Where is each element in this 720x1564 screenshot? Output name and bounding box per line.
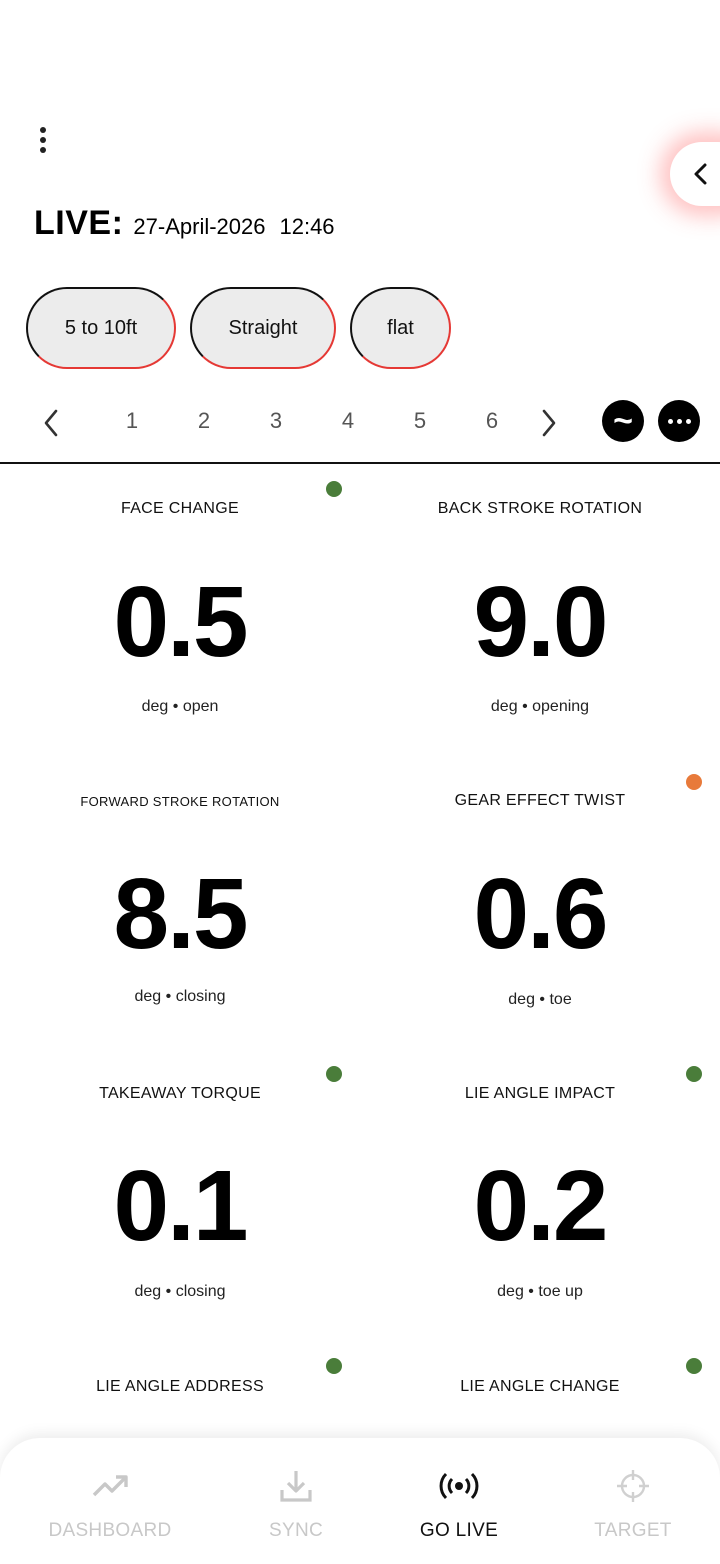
bottom-navigation: DASHBOARD SYNC GO LIVE TARGET: [0, 1438, 720, 1564]
unit-separator: •: [522, 698, 528, 715]
menu-dot: [40, 127, 46, 133]
side-panel-toggle[interactable]: [670, 142, 720, 206]
metric-title: LIE ANGLE CHANGE: [460, 1378, 620, 1395]
live-date: 27-April-2026: [133, 214, 266, 239]
previous-page-button[interactable]: [36, 406, 66, 440]
filter-chip-break[interactable]: Straight: [190, 287, 336, 369]
nav-dashboard[interactable]: DASHBOARD: [20, 1466, 200, 1546]
metric-unit-label: deg: [508, 991, 535, 1008]
metric-face-change: FACE CHANGE 0.5 deg • open: [0, 470, 360, 762]
wave-view-button[interactable]: ~: [602, 400, 644, 442]
trending-up-icon: [91, 1466, 129, 1506]
crosshair-icon: [615, 1466, 651, 1506]
metric-direction: open: [182, 698, 219, 715]
chevron-left-icon: [44, 409, 58, 437]
metric-direction: closing: [175, 988, 226, 1005]
page-number[interactable]: 1: [117, 408, 147, 434]
metric-value: 0.6: [473, 858, 608, 970]
status-dot: [686, 1066, 702, 1082]
nav-label: TARGET: [594, 1520, 672, 1541]
unit-separator: •: [165, 1283, 172, 1300]
metric-title: BACK STROKE ROTATION: [437, 500, 643, 517]
metric-value: 9.0: [473, 566, 608, 678]
more-dot: [676, 418, 682, 424]
metric-unit: deg • closing: [0, 988, 360, 1006]
page-navigator: 1 2 3 4 5 6 ~: [0, 398, 720, 448]
metric-title: LIE ANGLE ADDRESS: [96, 1378, 264, 1395]
page-number[interactable]: 5: [405, 408, 435, 434]
metric-unit: deg • toe: [360, 991, 720, 1009]
metric-value: 0.1: [113, 1150, 248, 1262]
metric-title: LIE ANGLE IMPACT: [464, 1085, 616, 1102]
unit-separator: •: [528, 1283, 534, 1300]
metric-value: 8.5: [113, 858, 248, 970]
status-dot: [686, 774, 702, 790]
next-page-button[interactable]: [534, 406, 564, 440]
metric-title: FORWARD STROKE ROTATION: [80, 794, 280, 809]
metric-forward-stroke-rotation: FORWARD STROKE ROTATION 8.5 deg • closin…: [0, 762, 360, 1054]
metric-unit: deg • open: [0, 698, 360, 716]
metric-unit-label: deg: [497, 1283, 524, 1300]
download-icon: [278, 1466, 314, 1506]
menu-dot: [40, 147, 46, 153]
broadcast-icon: [439, 1466, 479, 1506]
metric-title: TAKEAWAY TORQUE: [99, 1085, 261, 1102]
live-label: LIVE:: [34, 204, 124, 242]
metric-title: GEAR EFFECT TWIST: [454, 792, 626, 809]
metric-back-stroke-rotation: BACK STROKE ROTATION 9.0 deg • opening: [360, 470, 720, 762]
more-horizontal-icon[interactable]: [658, 400, 700, 442]
metric-unit-label: deg: [490, 698, 518, 715]
filter-chip-slope[interactable]: flat: [350, 287, 451, 369]
status-dot: [686, 1358, 702, 1374]
unit-separator: •: [172, 698, 179, 715]
metric-takeaway-torque: TAKEAWAY TORQUE 0.1 deg • closing: [0, 1054, 360, 1346]
nav-label: DASHBOARD: [48, 1520, 172, 1541]
metric-unit-label: deg: [134, 988, 162, 1005]
metric-unit: deg • closing: [0, 1283, 360, 1301]
live-time: 12:46: [279, 214, 335, 239]
metric-unit-label: deg: [141, 698, 169, 715]
filter-chips: 5 to 10ft Straight flat: [26, 287, 451, 369]
page-number[interactable]: 3: [261, 408, 291, 434]
metric-value: 0.5: [113, 566, 248, 678]
chevron-left-icon: [694, 163, 707, 185]
more-dot: [685, 418, 691, 424]
unit-separator: •: [165, 988, 172, 1005]
page-number[interactable]: 6: [477, 408, 507, 434]
divider: [0, 462, 720, 464]
nav-target[interactable]: TARGET: [543, 1466, 720, 1546]
metric-unit: deg • opening: [360, 698, 720, 716]
chevron-right-icon: [542, 409, 556, 437]
filter-chip-distance[interactable]: 5 to 10ft: [26, 287, 176, 369]
metric-title: FACE CHANGE: [121, 500, 239, 517]
page-number[interactable]: 2: [189, 408, 219, 434]
metric-value: 0.2: [473, 1150, 608, 1262]
metric-gear-effect-twist: GEAR EFFECT TWIST 0.6 deg • toe: [360, 762, 720, 1054]
more-vertical-icon[interactable]: [30, 120, 56, 160]
menu-dot: [40, 137, 46, 143]
metric-unit-label: deg: [134, 1283, 162, 1300]
live-header: LIVE: 27-April-2026 12:46: [34, 204, 335, 243]
more-dot: [667, 418, 673, 424]
metric-direction: opening: [532, 698, 590, 715]
nav-sync[interactable]: SYNC: [206, 1466, 386, 1546]
metric-direction: toe: [549, 991, 572, 1008]
status-dot: [326, 481, 342, 497]
metric-direction: closing: [175, 1283, 226, 1300]
nav-label: GO LIVE: [419, 1520, 499, 1541]
status-dot: [326, 1066, 342, 1082]
metric-lie-angle-impact: LIE ANGLE IMPACT 0.2 deg • toe up: [360, 1054, 720, 1346]
status-dot: [326, 1358, 342, 1374]
page-number[interactable]: 4: [333, 408, 363, 434]
unit-separator: •: [539, 991, 546, 1008]
metric-direction: toe up: [538, 1283, 583, 1300]
nav-go-live[interactable]: GO LIVE: [369, 1466, 549, 1546]
nav-label: SYNC: [269, 1520, 323, 1541]
metric-unit: deg • toe up: [360, 1283, 720, 1301]
